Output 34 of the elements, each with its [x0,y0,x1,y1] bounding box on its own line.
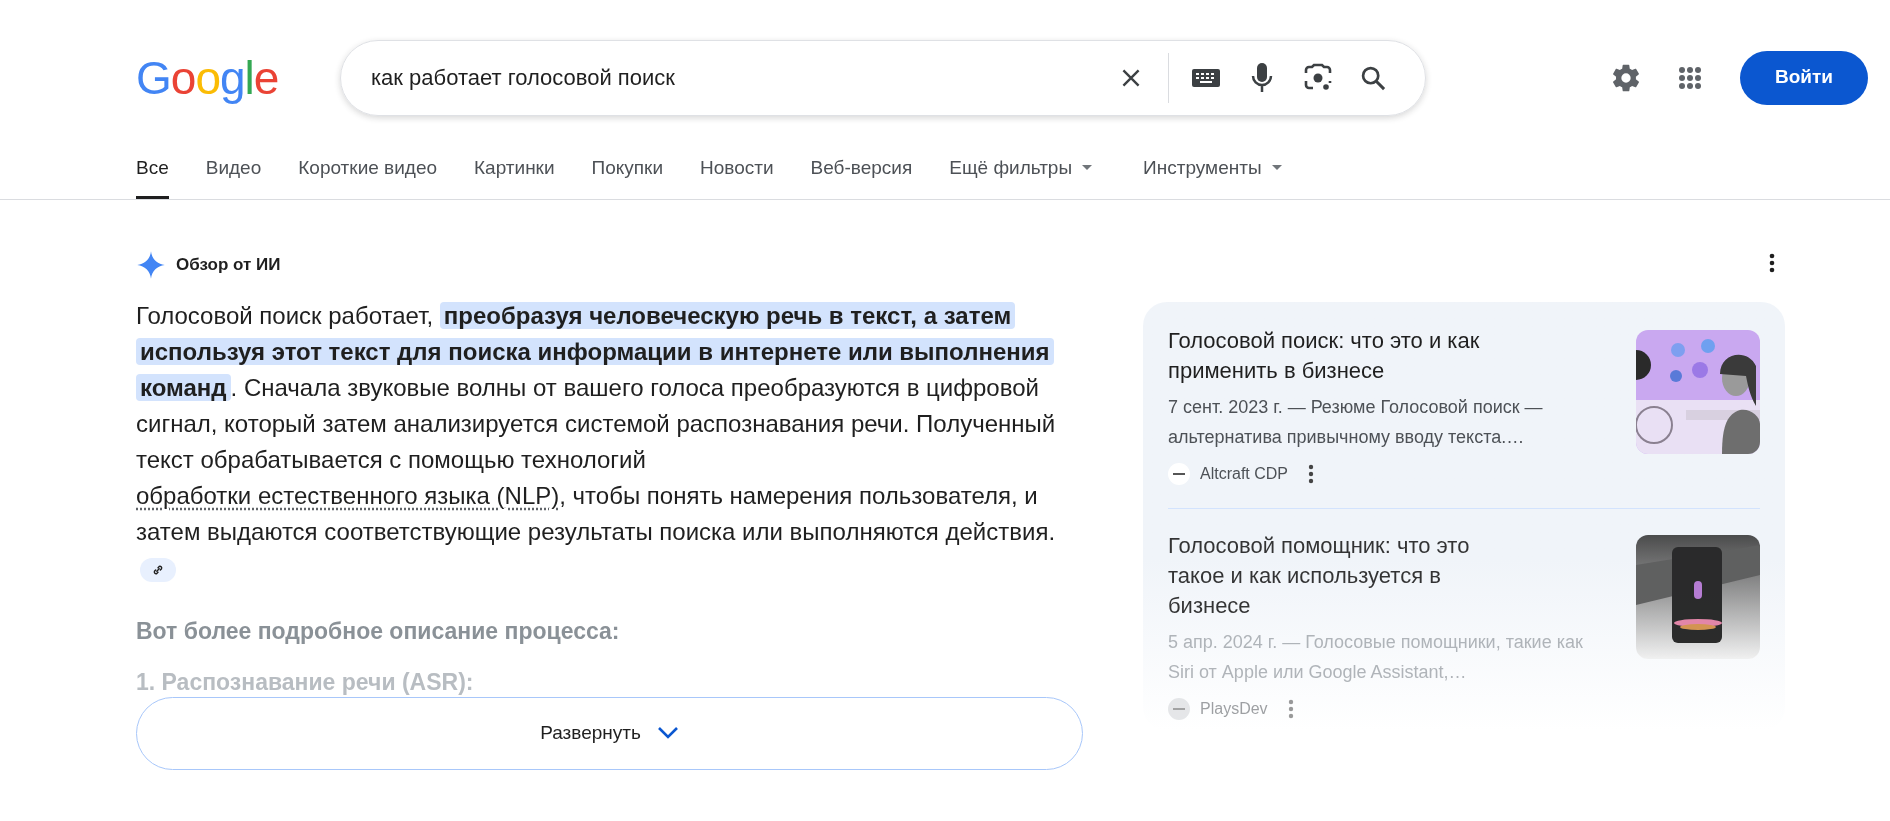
source-title[interactable]: Голосовой помощник: что это такое и как используется в бизнесе [1168,531,1528,621]
login-button[interactable]: Войти [1740,50,1868,105]
faded-list-item: 1. Распознавание речи (ASR): [136,668,475,695]
lens-icon[interactable] [1303,62,1333,93]
filter-tab[interactable]: Инструменты [1143,154,1282,199]
more-options-icon[interactable] [1308,464,1314,484]
filter-tab[interactable]: Ещё фильтры [949,154,1093,199]
search-input[interactable]: как работает голосовой поиск [371,61,1104,94]
text-link[interactable]: обработки естественного языка (NLP) [136,482,560,509]
caret-icon [1082,165,1093,171]
site-favicon [1168,463,1190,485]
microphone-icon[interactable] [1251,61,1273,94]
expand-button[interactable]: Развернуть [136,696,1083,770]
filter-tab[interactable]: Веб-версия [810,154,913,199]
site-name[interactable]: Altcraft CDP [1200,462,1288,486]
site-favicon [1168,698,1190,720]
filter-tab[interactable]: Все [136,154,169,199]
section-heading: Вот более подробное описание процесса: [136,617,621,646]
more-options-icon[interactable] [1769,252,1775,274]
filter-tab[interactable]: Покупки [591,154,664,199]
link-chip[interactable] [140,557,176,582]
source-title[interactable]: Голосовой поиск: что это и как применить в бизнесе [1168,326,1528,386]
filter-tab[interactable]: Картинки [474,154,555,199]
filter-tab[interactable]: Новости [700,154,774,199]
overview-paragraph: Голосовой поиск работает, преобразуя человеческую речь в текст, а затем используя этот текст для поиска информации в интернете или выполнения команд . Сначала звуковые волны от вашего голоса преобразуются в цифровой сигнал, который затем анализируется системой распознавания речи. Полученный текст обрабатывается с помощью технологий обработки естественного языка (NLP), чтобы понять намерения пользователя, и затем выдаются соответствующие результаты поиска или выполняются действия. [136,298,1081,586]
ai-overview-title: Обзор от ИИ [176,254,281,277]
filter-tab[interactable]: Короткие видео [298,154,438,199]
keyboard-icon[interactable] [1191,66,1221,89]
source-snippet: 5 апр. 2024 г. — Голосовые помощники, такие как Siri от Apple или Google Assistant,… [1168,631,1584,684]
chevron-down-icon [656,726,679,740]
source-snippet: 7 сент. 2023 г. — Резюме Голосовой поиск — альтернатива привычному вводу текста.… [1168,396,1544,449]
apps-icon[interactable] [1678,65,1702,90]
caret-icon [1271,165,1282,171]
filter-tab[interactable]: Видео [205,154,262,199]
